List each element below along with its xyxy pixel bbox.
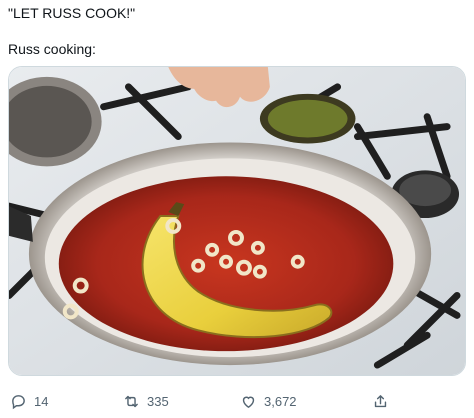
banana-pan-photo [9,67,465,375]
tweet-text-line-1: "LET RUSS COOK!" [8,5,136,21]
retweet-count: 335 [147,393,169,409]
retweet-button[interactable]: 335 [123,388,169,414]
retweet-icon [123,393,140,410]
tweet-actions-bar: 14 335 3,672 [0,388,474,414]
reply-count: 14 [34,393,49,409]
tweet-photo[interactable] [8,66,466,376]
heart-icon [240,393,257,410]
like-button[interactable]: 3,672 [240,388,297,414]
share-button[interactable] [372,388,389,414]
reply-icon [10,393,27,410]
tweet-text-line-2: Russ cooking: [8,41,96,57]
like-count: 3,672 [264,393,297,409]
reply-button[interactable]: 14 [10,388,48,414]
share-icon [372,393,389,410]
